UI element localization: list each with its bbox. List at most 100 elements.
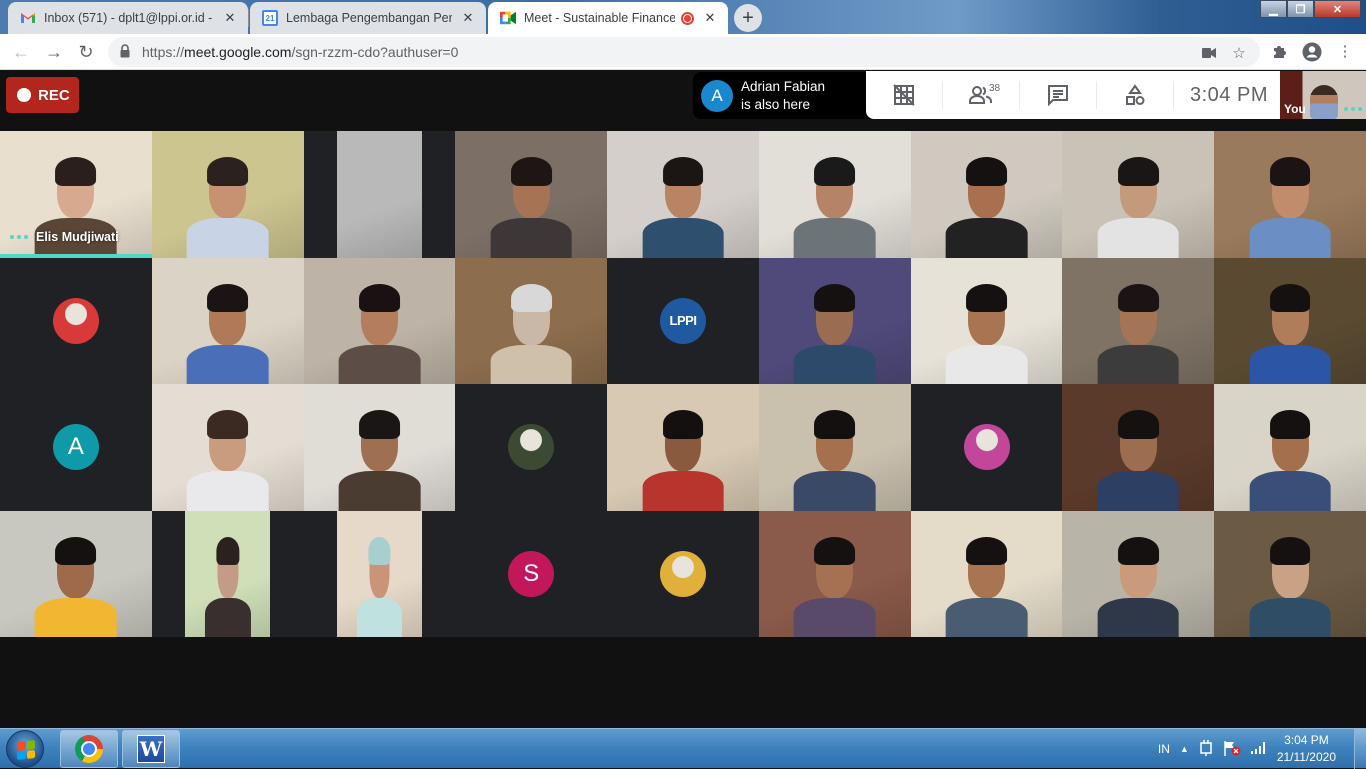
participant-tile[interactable] bbox=[758, 131, 911, 258]
participant-video bbox=[455, 257, 608, 384]
taskbar-time: 3:04 PM bbox=[1284, 733, 1329, 747]
recording-indicator[interactable]: REC bbox=[6, 77, 79, 113]
participant-tile[interactable] bbox=[607, 131, 759, 258]
taskbar-word[interactable]: W bbox=[122, 730, 180, 768]
more-options-icon[interactable] bbox=[1344, 107, 1362, 111]
windows-taskbar: W IN ▲ 3:04 PM 21/11/2020 bbox=[0, 728, 1366, 769]
tab-title: Lembaga Pengembangan Perbankan bbox=[286, 11, 452, 25]
tab-gmail-inbox[interactable]: Inbox (571) - dplt1@lppi.or.id - Lembaga… bbox=[8, 2, 248, 34]
participant-tile[interactable] bbox=[1062, 131, 1215, 258]
participant-avatar bbox=[659, 550, 706, 597]
participant-figure bbox=[352, 528, 406, 637]
participant-tile[interactable] bbox=[151, 131, 304, 258]
participant-tile[interactable] bbox=[910, 257, 1063, 384]
participant-tile[interactable] bbox=[455, 257, 608, 384]
participant-video bbox=[151, 384, 304, 511]
participants-button[interactable]: 38 bbox=[943, 71, 1019, 119]
participant-tile[interactable] bbox=[758, 257, 911, 384]
participant-tile[interactable] bbox=[455, 131, 608, 258]
participant-tile[interactable] bbox=[1062, 510, 1215, 637]
participant-tile[interactable] bbox=[0, 257, 152, 384]
participant-video bbox=[336, 131, 422, 258]
camera-in-use-icon[interactable] bbox=[1200, 44, 1218, 62]
participant-tile[interactable] bbox=[1214, 257, 1366, 384]
participant-tile[interactable] bbox=[303, 257, 456, 384]
shapes-icon bbox=[1126, 84, 1145, 105]
show-desktop-button[interactable] bbox=[1354, 729, 1366, 769]
address-bar[interactable]: https://meet.google.com/sgn-rzzm-cdo?aut… bbox=[108, 37, 1260, 67]
self-view-tile[interactable]: You bbox=[1280, 71, 1366, 119]
participant-tile[interactable] bbox=[151, 510, 304, 637]
power-icon[interactable] bbox=[1199, 739, 1213, 759]
forward-button[interactable]: → bbox=[42, 40, 66, 64]
participant-tile[interactable] bbox=[910, 131, 1063, 258]
meeting-clock: 3:04 PM bbox=[1190, 83, 1268, 106]
participant-video bbox=[758, 257, 911, 384]
participant-tile[interactable] bbox=[758, 510, 911, 637]
calendar-icon: 21 bbox=[262, 10, 278, 26]
browser-toolbar: ← → ↻ https://meet.google.com/sgn-rzzm-c… bbox=[0, 34, 1366, 70]
participant-figure bbox=[786, 528, 883, 637]
url-text[interactable]: https://meet.google.com/sgn-rzzm-cdo?aut… bbox=[142, 44, 458, 60]
participant-tile[interactable] bbox=[1214, 131, 1366, 258]
participant-tile[interactable] bbox=[910, 510, 1063, 637]
tab-meet[interactable]: Meet - Sustainable Finance A ✕ bbox=[488, 2, 728, 34]
close-window-button[interactable]: ✕ bbox=[1314, 0, 1361, 18]
participant-tile[interactable] bbox=[1062, 384, 1215, 511]
language-indicator[interactable]: IN bbox=[1158, 742, 1170, 756]
participant-avatar: LPPI bbox=[659, 297, 706, 344]
participant-tile[interactable] bbox=[1062, 257, 1215, 384]
participant-tile[interactable]: S bbox=[455, 510, 608, 637]
participant-tile[interactable]: A bbox=[0, 384, 152, 511]
participant-tile[interactable] bbox=[0, 510, 152, 637]
participant-tile[interactable] bbox=[151, 384, 304, 511]
participant-tile[interactable] bbox=[758, 384, 911, 511]
extensions-icon[interactable] bbox=[1270, 43, 1288, 61]
chat-button[interactable] bbox=[1020, 71, 1096, 119]
toast-status: is also here bbox=[741, 96, 811, 112]
more-menu-icon[interactable]: ⋮ bbox=[1336, 42, 1354, 60]
system-tray: IN ▲ 3:04 PM 21/11/2020 bbox=[1158, 729, 1366, 769]
url-scheme: https:// bbox=[142, 44, 185, 60]
taskbar-chrome[interactable] bbox=[60, 730, 118, 768]
start-button[interactable] bbox=[6, 730, 44, 768]
participant-figure bbox=[1242, 528, 1339, 637]
maximize-button[interactable]: ❐ bbox=[1287, 0, 1314, 18]
network-signal-icon[interactable] bbox=[1250, 741, 1267, 757]
meet-top-bar: 38 3:04 PM bbox=[866, 71, 1280, 119]
close-tab-icon[interactable]: ✕ bbox=[222, 10, 238, 26]
reload-button[interactable]: ↻ bbox=[74, 40, 98, 64]
participant-avatar: S bbox=[508, 550, 555, 597]
participant-tile[interactable] bbox=[151, 257, 304, 384]
participant-tile[interactable]: Elis Mudjiwati bbox=[0, 131, 152, 258]
action-center-flag-icon[interactable] bbox=[1223, 740, 1241, 759]
taskbar-clock[interactable]: 3:04 PM 21/11/2020 bbox=[1277, 732, 1336, 766]
tab-calendar[interactable]: 21 Lembaga Pengembangan Perbankan ✕ bbox=[250, 2, 486, 34]
participant-tile[interactable] bbox=[455, 384, 608, 511]
participant-tile[interactable] bbox=[1214, 384, 1366, 511]
participant-avatar bbox=[963, 424, 1010, 471]
participant-tile[interactable] bbox=[1214, 510, 1366, 637]
layout-button[interactable] bbox=[866, 71, 942, 119]
participant-tile[interactable] bbox=[607, 384, 759, 511]
profile-icon[interactable] bbox=[1302, 42, 1322, 62]
url-host: meet.google.com bbox=[184, 44, 292, 60]
participant-tile[interactable] bbox=[303, 510, 456, 637]
participant-tile[interactable] bbox=[303, 131, 456, 258]
participant-grid: Elis Mudjiwati LPPI A S bbox=[0, 131, 1366, 637]
activities-button[interactable] bbox=[1097, 71, 1173, 119]
minimize-button[interactable]: ▁ bbox=[1260, 0, 1287, 18]
participant-tile[interactable] bbox=[910, 384, 1063, 511]
participant-avatar bbox=[52, 297, 99, 344]
participant-video bbox=[1214, 131, 1366, 258]
participant-tile[interactable] bbox=[607, 510, 759, 637]
participant-tile[interactable]: LPPI bbox=[607, 257, 759, 384]
close-tab-icon[interactable]: ✕ bbox=[702, 10, 718, 26]
bookmark-star-icon[interactable]: ☆ bbox=[1230, 44, 1248, 62]
back-button[interactable]: ← bbox=[9, 40, 33, 64]
close-tab-icon[interactable]: ✕ bbox=[460, 10, 476, 26]
new-tab-button[interactable]: + bbox=[734, 4, 762, 32]
participant-figure bbox=[786, 149, 883, 258]
show-hidden-icons[interactable]: ▲ bbox=[1180, 744, 1189, 754]
participant-tile[interactable] bbox=[303, 384, 456, 511]
